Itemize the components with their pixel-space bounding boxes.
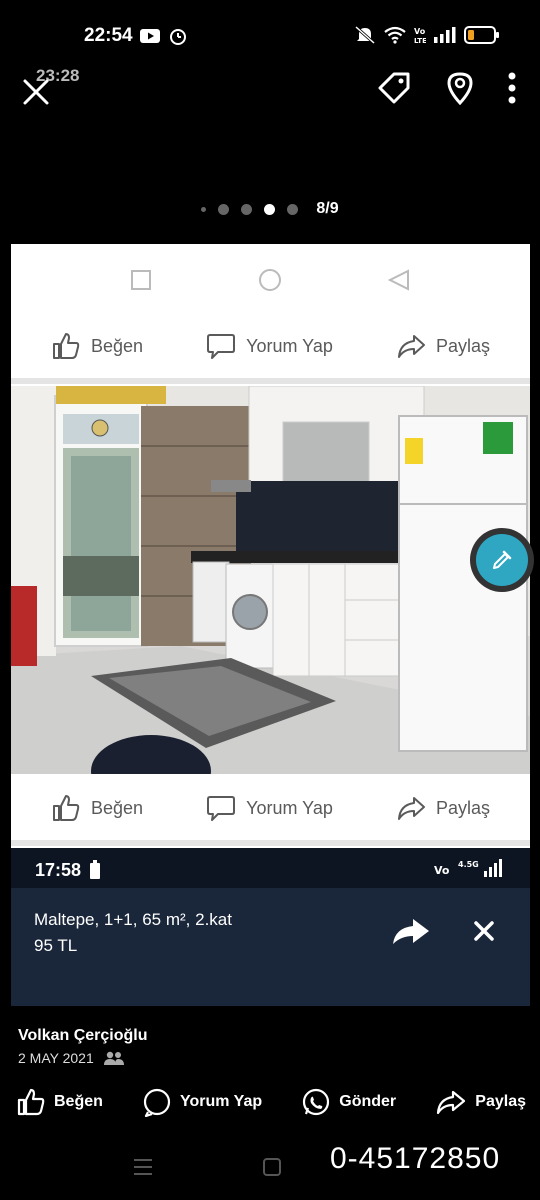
tag-icon[interactable] bbox=[376, 70, 412, 106]
pagination-dot bbox=[241, 203, 253, 215]
forward-arrow-icon bbox=[393, 919, 429, 944]
send-label: Gönder bbox=[339, 1093, 397, 1110]
alarm-icon bbox=[170, 29, 186, 45]
share-button[interactable]: Paylaş bbox=[435, 1087, 526, 1117]
signal-icon bbox=[434, 27, 456, 43]
mute-icon bbox=[355, 25, 375, 45]
bottom-action-bar: Beğen Yorum Yap Gönder Paylaş bbox=[16, 1084, 526, 1120]
status-right-icons: Vo LTE bbox=[354, 25, 500, 45]
like-label: Beğen bbox=[91, 797, 144, 818]
comment-button[interactable]: Yorum Yap bbox=[142, 1087, 262, 1117]
embedded-signal-icon: Vo 4.5G bbox=[434, 859, 502, 877]
post-date: 2 MAY 2021 bbox=[18, 1050, 94, 1066]
embedded-nav-bar bbox=[131, 269, 409, 291]
comment-icon bbox=[207, 334, 236, 359]
youtube-icon bbox=[140, 29, 160, 43]
divider bbox=[11, 840, 530, 846]
listing-price: 95 TL bbox=[34, 936, 78, 955]
page-counter: 8/9 bbox=[316, 200, 339, 217]
status-left-icons bbox=[140, 26, 188, 46]
color-picker-fab[interactable] bbox=[470, 528, 534, 592]
battery-icon bbox=[464, 26, 499, 44]
svg-text:4.5G: 4.5G bbox=[458, 860, 479, 869]
comment-action: Yorum Yap bbox=[206, 331, 333, 361]
pagination-dot bbox=[218, 203, 230, 215]
gallery-pagination: 8/9 bbox=[0, 200, 540, 218]
post-meta: 2 MAY 2021 bbox=[18, 1050, 124, 1066]
pagination-dot bbox=[201, 206, 207, 212]
embedded-battery-icon bbox=[90, 860, 100, 879]
comment-icon bbox=[207, 796, 236, 821]
status-time: 22:54 bbox=[84, 25, 133, 46]
like-label: Beğen bbox=[91, 335, 144, 356]
like-icon bbox=[53, 333, 80, 359]
share-icon bbox=[397, 335, 425, 358]
comment-label: Yorum Yap bbox=[180, 1093, 263, 1110]
fab-inner bbox=[476, 534, 528, 586]
comment-action: Yorum Yap bbox=[206, 793, 333, 823]
embedded-listing-panel: 17:58 Vo 4.5G Maltepe, 1+1, 65 m², 2.kat … bbox=[11, 848, 530, 1006]
send-button[interactable]: Gönder bbox=[301, 1087, 396, 1117]
embedded-status-bar: 17:58 Vo 4.5G bbox=[11, 848, 530, 888]
svg-text:LTE: LTE bbox=[414, 37, 426, 44]
volte-icon: VoLTE bbox=[414, 27, 426, 44]
poster-name[interactable]: Volkan Çerçioğlu bbox=[18, 1027, 148, 1045]
embedded-time: 17:58 bbox=[35, 860, 82, 880]
friends-icon bbox=[103, 1051, 124, 1065]
kitchen-photo[interactable] bbox=[11, 386, 530, 774]
more-options-icon[interactable] bbox=[508, 72, 516, 104]
like-action: Beğen bbox=[51, 331, 143, 361]
pagination-dot-active bbox=[264, 203, 276, 215]
like-icon bbox=[53, 795, 80, 821]
like-button[interactable]: Beğen bbox=[16, 1087, 103, 1117]
svg-text:Vo: Vo bbox=[434, 864, 450, 877]
dismiss-icon bbox=[474, 921, 494, 941]
like-action: Beğen bbox=[51, 793, 143, 823]
svg-text:Vo: Vo bbox=[414, 27, 426, 36]
comment-icon bbox=[143, 1088, 171, 1117]
pagination-dot bbox=[287, 203, 299, 215]
whatsapp-icon bbox=[303, 1088, 330, 1116]
listing-title: Maltepe, 1+1, 65 m², 2.kat bbox=[34, 910, 232, 929]
share-label: Paylaş bbox=[475, 1093, 526, 1110]
share-action: Paylaş bbox=[396, 331, 490, 361]
like-label: Beğen bbox=[54, 1093, 103, 1110]
listing-banner: Maltepe, 1+1, 65 m², 2.kat 95 TL bbox=[11, 888, 530, 1006]
share-icon bbox=[437, 1090, 466, 1115]
photo-card[interactable]: Beğen Yorum Yap Paylaş Beğen Yorum Yap P… bbox=[11, 244, 530, 1006]
share-icon bbox=[397, 797, 425, 820]
close-button[interactable] bbox=[20, 76, 52, 108]
eyedropper-icon bbox=[493, 550, 512, 569]
share-label: Paylaş bbox=[435, 797, 490, 818]
recents-icon[interactable] bbox=[134, 1159, 152, 1175]
divider bbox=[11, 378, 530, 384]
phone-number-overlay: 0-45172850 bbox=[330, 1142, 501, 1175]
location-icon[interactable] bbox=[446, 71, 474, 105]
embedded-actions-bottom: Beğen Yorum Yap Paylaş bbox=[11, 778, 530, 838]
top-right-actions bbox=[376, 70, 516, 106]
embedded-actions-top: Beğen Yorum Yap Paylaş bbox=[11, 316, 530, 376]
status-bar: 22:54 Vo LTE bbox=[0, 0, 540, 72]
comment-label: Yorum Yap bbox=[246, 335, 333, 356]
share-action: Paylaş bbox=[396, 793, 490, 823]
home-icon[interactable] bbox=[263, 1158, 281, 1176]
close-icon bbox=[23, 79, 49, 105]
wifi-icon bbox=[384, 26, 406, 44]
like-icon bbox=[17, 1088, 45, 1116]
share-label: Paylaş bbox=[435, 335, 490, 356]
comment-label: Yorum Yap bbox=[246, 797, 333, 818]
